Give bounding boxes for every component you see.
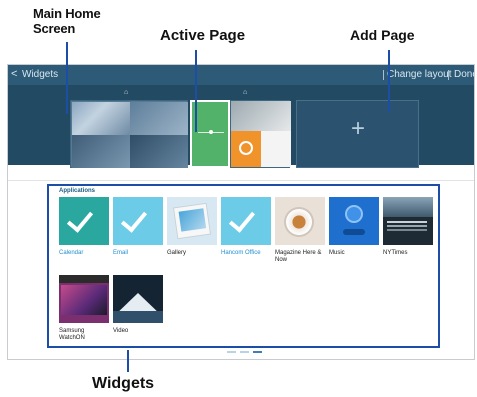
widgets-callout: Widgets bbox=[92, 375, 155, 392]
check-icon bbox=[228, 205, 256, 233]
divider bbox=[383, 70, 384, 80]
disc-icon bbox=[345, 205, 363, 223]
widget-label: Calendar bbox=[59, 250, 84, 256]
email-widget-icon bbox=[113, 197, 163, 245]
callout-line bbox=[127, 350, 129, 372]
hancom-office-widget-icon bbox=[221, 197, 271, 245]
widget-label: Email bbox=[113, 250, 129, 256]
divider bbox=[448, 70, 449, 80]
watchon-widget-icon bbox=[59, 275, 109, 323]
callout-line bbox=[195, 50, 197, 132]
water-image bbox=[113, 311, 163, 323]
news-photo bbox=[383, 197, 433, 217]
photo-image bbox=[178, 208, 207, 232]
wallpaper-image bbox=[72, 135, 130, 168]
section-divider bbox=[8, 180, 474, 181]
page-strip: < Widgets Change layout Done ⌂ ⌂ + bbox=[8, 65, 474, 168]
done-button[interactable]: Done bbox=[454, 69, 474, 80]
wallpaper-image bbox=[72, 102, 130, 135]
widget-email[interactable]: Email bbox=[113, 197, 163, 257]
home-indicator-icon: ⌂ bbox=[243, 89, 248, 96]
active-page-callout: Active Page bbox=[160, 27, 246, 44]
callout-line bbox=[388, 50, 390, 112]
home-indicator-icon: ⌂ bbox=[124, 89, 129, 96]
page-dot-active bbox=[253, 351, 262, 353]
widget-samsung-watchon[interactable]: Samsung WatchON bbox=[59, 275, 109, 342]
gallery-widget-icon bbox=[167, 197, 217, 245]
page-dot bbox=[227, 351, 236, 353]
check-icon bbox=[120, 205, 148, 233]
app-tile bbox=[231, 131, 261, 167]
widget-gallery[interactable]: Gallery bbox=[167, 197, 217, 257]
back-icon[interactable]: < bbox=[11, 68, 17, 80]
widget-magazine[interactable]: Magazine Here & Now bbox=[275, 197, 325, 264]
magazine-widget-icon bbox=[275, 197, 325, 245]
widget-music[interactable]: Music bbox=[329, 197, 379, 257]
player-controls bbox=[343, 229, 365, 235]
wallpaper-image bbox=[231, 101, 291, 131]
widget-label: Samsung WatchON bbox=[59, 328, 85, 341]
ring-icon bbox=[239, 141, 253, 155]
nytimes-widget-icon bbox=[383, 197, 433, 245]
main-home-screen-callout: Main Home Screen bbox=[33, 6, 101, 36]
plus-icon: + bbox=[351, 115, 366, 142]
widget-calendar[interactable]: Calendar bbox=[59, 197, 109, 257]
widget-nytimes[interactable]: NYTimes bbox=[383, 197, 433, 257]
add-page-callout: Add Page bbox=[350, 27, 415, 43]
change-layout-button[interactable]: Change layout bbox=[387, 69, 452, 80]
music-widget-icon bbox=[329, 197, 379, 245]
widget-label: Magazine Here & Now bbox=[275, 250, 322, 263]
widget-label: Music bbox=[329, 250, 345, 256]
tv-art-image bbox=[61, 285, 107, 315]
widget-label: NYTimes bbox=[383, 250, 408, 256]
callout-line bbox=[66, 42, 68, 114]
widget-hancom-office[interactable]: Hancom Office bbox=[221, 197, 271, 257]
title-bar: < Widgets Change layout Done bbox=[8, 65, 474, 85]
page-dot bbox=[240, 351, 249, 353]
callout-main-line1: Main Home bbox=[33, 6, 101, 21]
page-indicator bbox=[227, 351, 267, 354]
video-widget-icon bbox=[113, 275, 163, 323]
screen-title: Widgets bbox=[22, 69, 59, 80]
wallpaper-image bbox=[130, 135, 188, 168]
calendar-widget-icon bbox=[59, 197, 109, 245]
applications-heading: Applications bbox=[59, 188, 96, 194]
page-dot bbox=[209, 130, 213, 134]
widget-video[interactable]: Video bbox=[113, 275, 163, 335]
app-tile bbox=[261, 131, 291, 167]
main-home-screen-page[interactable] bbox=[70, 100, 188, 168]
widget-label: Gallery bbox=[167, 250, 187, 256]
widget-label: Hancom Office bbox=[221, 250, 261, 256]
check-icon bbox=[66, 205, 94, 233]
food-image bbox=[284, 207, 314, 237]
news-text-lines bbox=[387, 221, 427, 223]
wallpaper-image bbox=[130, 102, 188, 135]
add-page-button[interactable]: + bbox=[296, 100, 419, 168]
callout-main-line2: Screen bbox=[33, 21, 76, 36]
widget-label: Video bbox=[113, 328, 129, 334]
widget-grid: Calendar Email Gallery Hancom Office Mag… bbox=[59, 197, 439, 347]
photo-card bbox=[172, 202, 212, 240]
widget-header bbox=[59, 275, 109, 283]
home-screen-page[interactable] bbox=[230, 100, 291, 168]
widgets-panel: Applications Calendar Email Gallery Hanc… bbox=[47, 184, 440, 348]
